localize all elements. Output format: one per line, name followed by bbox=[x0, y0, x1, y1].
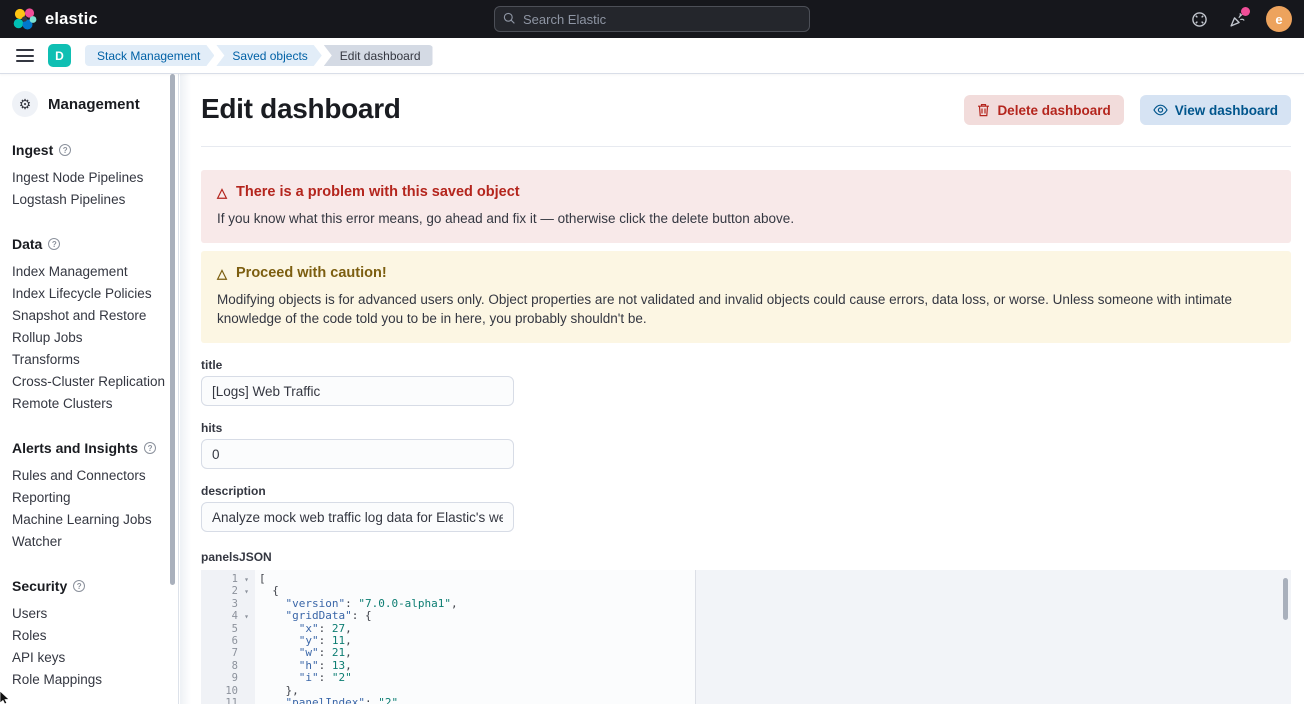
breadcrumb-stack-management[interactable]: Stack Management bbox=[85, 45, 214, 66]
editor-scrollbar[interactable] bbox=[1283, 578, 1288, 620]
breadcrumbs: Stack ManagementSaved objectsEdit dashbo… bbox=[85, 45, 435, 66]
help-tooltip-icon[interactable]: ? bbox=[73, 580, 85, 592]
search-icon bbox=[503, 12, 516, 25]
panels-json-editor[interactable]: 1▾2▾34▾56789101112▾13▾14▾ [{"version": "… bbox=[201, 570, 1291, 704]
sidebar-heading-alerts-and-insights: Alerts and Insights? bbox=[12, 440, 178, 456]
sidebar-scrollbar[interactable] bbox=[170, 74, 175, 585]
brand-name: elastic bbox=[45, 10, 98, 29]
page-title: Edit dashboard bbox=[201, 93, 401, 125]
sidebar-item-reporting[interactable]: Reporting bbox=[12, 487, 178, 509]
field-label-hits: hits bbox=[201, 421, 514, 435]
code-line-5: "x": 27, bbox=[255, 623, 1291, 635]
sidebar-item-api-keys[interactable]: API keys bbox=[12, 647, 178, 669]
sidebar-shadow bbox=[180, 74, 191, 704]
sidebar-item-rollup-jobs[interactable]: Rollup Jobs bbox=[12, 327, 178, 349]
code-line-3: "version": "7.0.0-alpha1", bbox=[255, 598, 1291, 610]
sidebar-title: ⚙ Management bbox=[12, 91, 178, 117]
help-tooltip-icon[interactable]: ? bbox=[59, 144, 71, 156]
mouse-cursor bbox=[0, 691, 12, 704]
sidebar-item-users[interactable]: Users bbox=[12, 603, 178, 625]
code-line-8: "h": 13, bbox=[255, 660, 1291, 672]
sidebar-item-index-lifecycle-policies[interactable]: Index Lifecycle Policies bbox=[12, 283, 178, 305]
sidebar-item-snapshot-and-restore[interactable]: Snapshot and Restore bbox=[12, 305, 178, 327]
sidebar-section-security: Security? UsersRolesAPI keysRole Mappings bbox=[12, 578, 178, 691]
warning-callout-body: Modifying objects is for advanced users … bbox=[217, 290, 1275, 328]
error-callout: △ There is a problem with this saved obj… bbox=[201, 170, 1291, 243]
field-title: title bbox=[201, 358, 514, 406]
title-input[interactable] bbox=[201, 376, 514, 406]
code-line-6: "y": 11, bbox=[255, 635, 1291, 647]
sidebar-item-roles[interactable]: Roles bbox=[12, 625, 178, 647]
search-input[interactable] bbox=[494, 6, 810, 32]
header-divider bbox=[201, 146, 1291, 147]
sidebar-section-data: Data? Index ManagementIndex Lifecycle Pol… bbox=[12, 236, 178, 415]
code-line-1: [ bbox=[255, 573, 1291, 585]
menu-hamburger-icon[interactable] bbox=[16, 49, 34, 62]
breadcrumb-bar: D Stack ManagementSaved objectsEdit dash… bbox=[0, 38, 1304, 74]
breadcrumb-saved-objects[interactable]: Saved objects bbox=[216, 45, 321, 66]
elastic-logo-icon bbox=[12, 7, 37, 32]
sidebar-item-rules-and-connectors[interactable]: Rules and Connectors bbox=[12, 465, 178, 487]
hits-input[interactable] bbox=[201, 439, 514, 469]
sidebar-item-index-management[interactable]: Index Management bbox=[12, 261, 178, 283]
global-search bbox=[494, 6, 810, 32]
warning-icon: △ bbox=[217, 186, 227, 199]
sidebar-heading-ingest: Ingest? bbox=[12, 142, 178, 158]
field-label-title: title bbox=[201, 358, 514, 372]
sidebar-item-watcher[interactable]: Watcher bbox=[12, 531, 178, 553]
sidebar-item-ingest-node-pipelines[interactable]: Ingest Node Pipelines bbox=[12, 167, 178, 189]
sidebar-item-logstash-pipelines[interactable]: Logstash Pipelines bbox=[12, 189, 178, 211]
sidebar-heading-data: Data? bbox=[12, 236, 178, 252]
user-avatar[interactable]: e bbox=[1266, 6, 1292, 32]
breadcrumb-edit-dashboard: Edit dashboard bbox=[324, 45, 433, 66]
space-avatar[interactable]: D bbox=[48, 44, 71, 67]
help-tooltip-icon[interactable]: ? bbox=[48, 238, 60, 250]
editor-code-area[interactable]: [{"version": "7.0.0-alpha1","gridData": … bbox=[255, 570, 1291, 704]
elastic-brand[interactable]: elastic bbox=[12, 7, 98, 32]
sidebar-section-ingest: Ingest? Ingest Node PipelinesLogstash Pip… bbox=[12, 142, 178, 211]
top-header-bar: elastic e bbox=[0, 0, 1304, 38]
sidebar-item-transforms[interactable]: Transforms bbox=[12, 349, 178, 371]
deployment-details-icon[interactable] bbox=[1190, 10, 1208, 28]
code-line-9: "i": "2" bbox=[255, 672, 1291, 684]
view-dashboard-button[interactable]: View dashboard bbox=[1140, 95, 1291, 125]
newsfeed-icon[interactable] bbox=[1228, 10, 1246, 28]
warning-icon: △ bbox=[217, 267, 227, 280]
code-line-10: }, bbox=[255, 685, 1291, 697]
sidebar-heading-security: Security? bbox=[12, 578, 178, 594]
field-description: description bbox=[201, 484, 514, 532]
editor-gutter: 1▾2▾34▾56789101112▾13▾14▾ bbox=[201, 570, 255, 704]
gear-icon: ⚙ bbox=[12, 91, 38, 117]
code-line-4: "gridData": { bbox=[255, 610, 1291, 622]
trash-icon bbox=[977, 103, 990, 117]
field-hits: hits bbox=[201, 421, 514, 469]
delete-dashboard-button[interactable]: Delete dashboard bbox=[964, 95, 1123, 125]
eye-icon bbox=[1153, 104, 1168, 116]
warning-callout: △ Proceed with caution! Modifying object… bbox=[201, 251, 1291, 343]
notification-dot bbox=[1241, 7, 1250, 16]
description-input[interactable] bbox=[201, 502, 514, 532]
sidebar-item-role-mappings[interactable]: Role Mappings bbox=[12, 669, 178, 691]
app-window: elastic e bbox=[0, 0, 1304, 704]
main-content: Edit dashboard Delete dashboard View das… bbox=[191, 74, 1304, 704]
sidebar-item-remote-clusters[interactable]: Remote Clusters bbox=[12, 393, 178, 415]
sidebar-item-cross-cluster-replication[interactable]: Cross-Cluster Replication bbox=[12, 371, 178, 393]
sidebar-section-alerts-and-insights: Alerts and Insights? Rules and Connectors… bbox=[12, 440, 178, 553]
sidebar-item-machine-learning-jobs[interactable]: Machine Learning Jobs bbox=[12, 509, 178, 531]
code-line-11: "panelIndex": "2", bbox=[255, 697, 1291, 704]
help-tooltip-icon[interactable]: ? bbox=[144, 442, 156, 454]
management-sidebar: ⚙ Management Ingest? Ingest Node Pipeline… bbox=[0, 74, 179, 704]
field-label-description: description bbox=[201, 484, 514, 498]
error-callout-body: If you know what this error means, go ah… bbox=[217, 209, 1275, 228]
code-line-7: "w": 21, bbox=[255, 647, 1291, 659]
panels-json-label: panelsJSON bbox=[201, 550, 1291, 564]
